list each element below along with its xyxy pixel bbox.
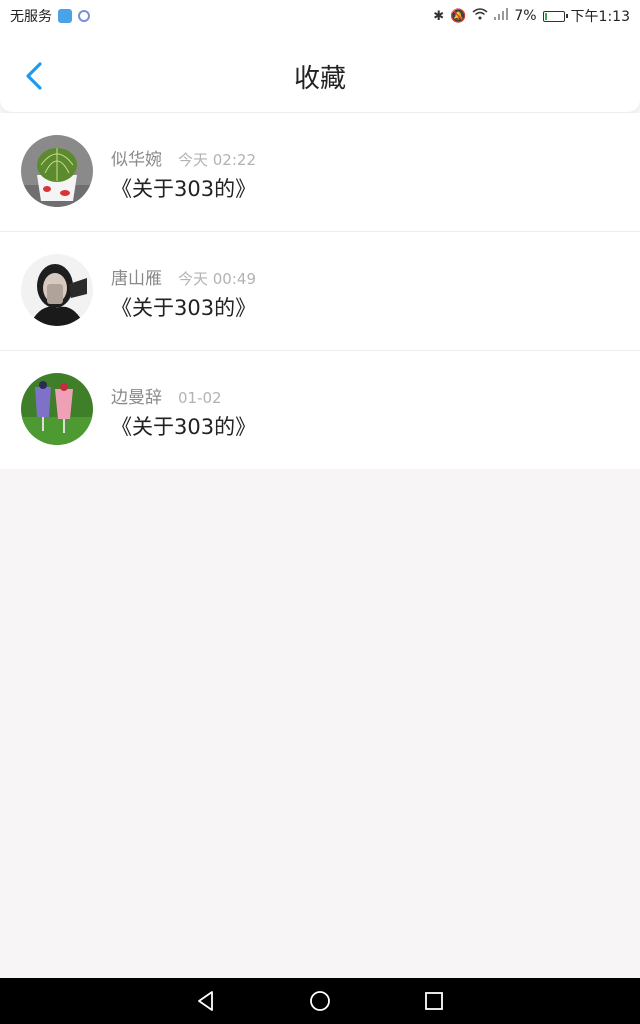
item-meta: 边曼辞 01-02 xyxy=(111,383,222,408)
item-time: 今天 00:49 xyxy=(178,270,256,288)
home-circle-icon[interactable] xyxy=(308,989,332,1013)
back-triangle-icon[interactable] xyxy=(194,989,218,1013)
item-meta: 唐山雁 今天 00:49 xyxy=(111,264,256,289)
music-icon xyxy=(78,10,90,22)
item-time: 01-02 xyxy=(178,389,222,407)
cactus-avatar xyxy=(21,135,93,207)
battery-percent: 7% xyxy=(514,8,537,24)
list-item[interactable]: 唐山雁 今天 00:49 《关于303的》 xyxy=(0,232,640,351)
item-time: 今天 02:22 xyxy=(178,151,256,169)
bluetooth-icon: ✱ xyxy=(433,8,445,24)
header: 收藏 xyxy=(0,32,640,112)
author-name: 边曼辞 xyxy=(111,388,162,408)
page-title: 收藏 xyxy=(293,64,346,94)
girl-avatar xyxy=(21,254,93,326)
list-item[interactable]: 边曼辞 01-02 《关于303的》 xyxy=(0,351,640,469)
favorites-list: 似华婉 今天 02:22 《关于303的》 唐山雁 今天 00:49 《关于30… xyxy=(0,113,640,469)
signal-icon xyxy=(494,8,509,24)
battery-icon xyxy=(542,10,568,22)
status-bar: 无服务 ✱ 🔕 7% 下午1:13 xyxy=(0,0,640,32)
item-title: 《关于303的》 xyxy=(111,415,257,439)
wifi-icon xyxy=(472,8,488,24)
carrier-text: 无服务 xyxy=(10,9,52,25)
drinks-avatar xyxy=(21,373,93,445)
author-name: 唐山雁 xyxy=(111,269,162,289)
list-item[interactable]: 似华婉 今天 02:22 《关于303的》 xyxy=(0,113,640,232)
item-title: 《关于303的》 xyxy=(111,177,257,201)
item-meta: 似华婉 今天 02:22 xyxy=(111,145,256,170)
recents-square-icon[interactable] xyxy=(422,989,446,1013)
mute-icon: 🔕 xyxy=(450,8,467,24)
app-badge-icon xyxy=(58,9,72,23)
clock-text: 下午1:13 xyxy=(570,9,630,25)
author-name: 似华婉 xyxy=(111,150,162,170)
status-left: 无服务 xyxy=(10,6,90,26)
status-right: ✱ 🔕 7% 下午1:13 xyxy=(433,6,630,26)
system-nav-bar xyxy=(0,978,640,1024)
item-title: 《关于303的》 xyxy=(111,296,257,320)
